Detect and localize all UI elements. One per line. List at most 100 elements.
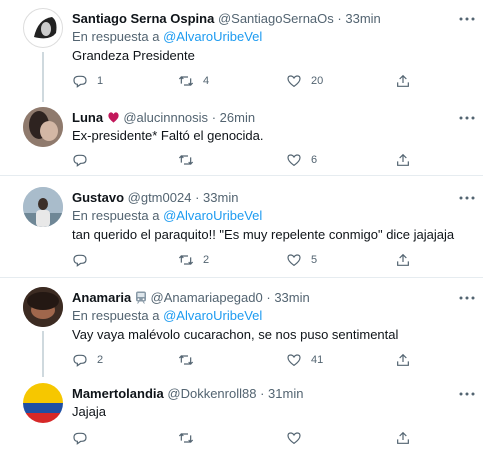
tweet-header: Mamertolandia @Dokkenroll88 · 31min (72, 386, 303, 402)
like-count: 20 (311, 75, 324, 87)
action-bar: 1 4 20 (72, 72, 472, 90)
share-icon (397, 353, 409, 366)
like-count: 5 (311, 254, 318, 266)
retweet-button[interactable] (178, 351, 203, 369)
heart-icon (287, 254, 301, 267)
display-name[interactable]: Anamaria (72, 290, 131, 305)
retweet-button[interactable]: 2 (178, 251, 209, 269)
tweet-2[interactable]: Luna @alucinnnosis · 26min Ex-presidente… (0, 98, 483, 174)
heart-emoji-icon (107, 111, 120, 128)
action-bar: 6 (72, 151, 472, 169)
user-handle[interactable]: @alucinnnosis (123, 110, 208, 125)
share-icon (397, 74, 409, 87)
reply-mention[interactable]: @AlvaroUribeVel (163, 208, 262, 223)
display-name[interactable]: Luna (72, 110, 103, 125)
like-button[interactable]: 6 (286, 151, 317, 169)
tweet-header: Luna @alucinnnosis · 26min (72, 110, 255, 128)
more-icon[interactable] (458, 290, 476, 306)
avatar[interactable] (23, 383, 63, 423)
avatar[interactable] (23, 8, 63, 48)
more-icon[interactable] (458, 110, 476, 126)
reply-icon (73, 354, 87, 367)
timestamp[interactable]: 33min (203, 190, 238, 205)
reply-icon (73, 75, 87, 88)
share-button[interactable] (395, 429, 411, 447)
reply-button[interactable] (72, 251, 97, 269)
retweet-icon (178, 433, 194, 443)
like-button[interactable] (286, 429, 311, 447)
more-icon[interactable] (458, 11, 476, 27)
avatar[interactable] (23, 107, 63, 147)
share-icon (397, 431, 409, 444)
heart-icon (287, 432, 301, 445)
thread-line (42, 52, 44, 102)
tweet-3[interactable]: Gustavo @gtm0024 · 33min En respuesta a … (0, 176, 483, 276)
display-name[interactable]: Mamertolandia (72, 386, 164, 401)
reply-context: En respuesta a @AlvaroUribeVel (72, 208, 262, 224)
avatar[interactable] (23, 287, 63, 327)
share-icon (397, 153, 409, 166)
reply-count: 2 (97, 354, 104, 366)
tweet-5[interactable]: Mamertolandia @Dokkenroll88 · 31min Jaja… (0, 374, 483, 451)
reply-button[interactable] (72, 151, 97, 169)
display-name[interactable]: Gustavo (72, 190, 124, 205)
more-icon[interactable] (458, 190, 476, 206)
train-emoji-icon (135, 291, 147, 308)
timestamp[interactable]: 33min (274, 290, 309, 305)
display-name[interactable]: Santiago Serna Ospina (72, 11, 214, 26)
retweet-button[interactable] (178, 429, 203, 447)
retweet-count: 4 (203, 75, 210, 87)
share-button[interactable] (395, 351, 411, 369)
separator-dot: · (337, 11, 342, 26)
tweet-text: Ex-presidente* Faltó el genocida. (72, 128, 264, 143)
separator-dot: · (211, 110, 217, 125)
user-handle[interactable]: @SantiagoSernaOs (218, 11, 334, 26)
tweet-4[interactable]: Anamaria @Anamariapegad0 · 33min En resp… (0, 278, 483, 377)
tweet-1[interactable]: Santiago Serna Ospina @SantiagoSernaOs ·… (0, 0, 483, 102)
reply-mention[interactable]: @AlvaroUribeVel (163, 29, 262, 44)
retweet-icon (178, 155, 194, 165)
like-button[interactable]: 41 (286, 351, 323, 369)
like-button[interactable]: 5 (286, 251, 317, 269)
more-icon[interactable] (458, 386, 476, 402)
user-handle[interactable]: @Dokkenroll88 (167, 386, 256, 401)
user-handle[interactable]: @gtm0024 (128, 190, 192, 205)
tweet-text: Jajaja (72, 404, 106, 419)
thread-line (42, 331, 44, 377)
retweet-icon (178, 355, 194, 365)
timestamp[interactable]: 33min (345, 11, 380, 26)
action-bar (72, 429, 472, 447)
like-count: 41 (311, 354, 324, 366)
reply-button[interactable]: 1 (72, 72, 103, 90)
reply-button[interactable] (72, 429, 97, 447)
reply-mention[interactable]: @AlvaroUribeVel (163, 308, 262, 323)
reply-context: En respuesta a @AlvaroUribeVel (72, 308, 262, 324)
reply-icon (73, 432, 87, 445)
retweet-icon (178, 255, 194, 265)
retweet-count: 2 (203, 254, 210, 266)
timestamp[interactable]: 31min (268, 386, 303, 401)
timestamp[interactable]: 26min (220, 110, 255, 125)
user-handle[interactable]: @Anamariapegad0 (151, 290, 263, 305)
share-button[interactable] (395, 151, 411, 169)
reply-button[interactable]: 2 (72, 351, 103, 369)
tweet-header: Gustavo @gtm0024 · 33min (72, 190, 238, 206)
avatar[interactable] (23, 187, 63, 227)
share-icon (397, 253, 409, 266)
retweet-icon (178, 76, 194, 86)
like-button[interactable]: 20 (286, 72, 323, 90)
tweet-text: Vay vaya malévolo cucarachon, se nos pus… (72, 327, 399, 342)
reply-icon (73, 254, 87, 267)
like-count: 6 (311, 154, 318, 166)
share-button[interactable] (395, 251, 411, 269)
action-bar: 2 41 (72, 351, 472, 369)
retweet-button[interactable]: 4 (178, 72, 209, 90)
retweet-button[interactable] (178, 151, 203, 169)
tweet-header: Santiago Serna Ospina @SantiagoSernaOs ·… (72, 11, 381, 27)
reply-icon (73, 154, 87, 167)
tweet-text: Grandeza Presidente (72, 48, 195, 63)
reply-prefix: En respuesta a (72, 208, 160, 223)
heart-icon (287, 154, 301, 167)
share-button[interactable] (395, 72, 411, 90)
reply-prefix: En respuesta a (72, 29, 160, 44)
